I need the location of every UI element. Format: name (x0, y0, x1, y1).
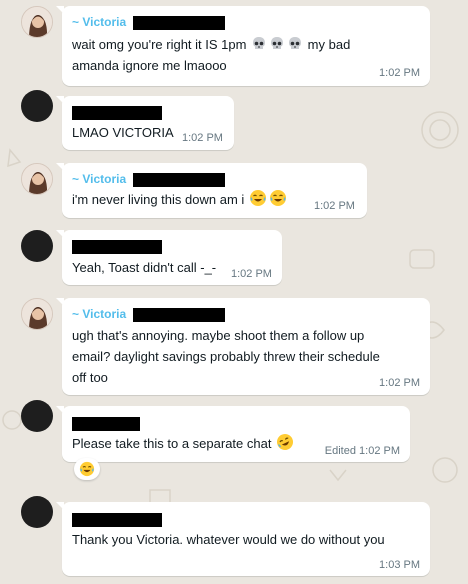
message-text: Yeah, Toast didn't call -_- (72, 260, 217, 275)
message-text-part: wait omg you're right it IS 1pm (72, 37, 251, 52)
message-text: ugh that's annoying. maybe shoot them a … (72, 325, 380, 388)
crying-laughing-emoji (249, 190, 266, 206)
contact-avatar[interactable] (21, 496, 53, 528)
message-timestamp: 1:02 PM (359, 445, 400, 457)
sender-name[interactable]: ~ Victoria (72, 172, 126, 186)
skull-emoji (253, 37, 266, 49)
message-text-part: ugh that's annoying. maybe shoot them a … (72, 328, 365, 343)
message-text: Please take this to a separate chat (72, 433, 295, 454)
contact-avatar[interactable] (21, 163, 53, 195)
message-timestamp: 1:02 PM (379, 377, 420, 389)
sender-label[interactable]: ~ Victoria (72, 172, 126, 186)
chat-wallpaper (2, 13, 459, 571)
skull-emoji (289, 37, 302, 49)
laughing-emoji (79, 461, 95, 477)
redacted-sender (72, 513, 162, 527)
message-bubble[interactable]: ~ Victoria i'm never living this down am… (56, 163, 367, 218)
message-bubble[interactable]: Please take this to a separate chat Edit… (56, 406, 410, 462)
message-text: Thank you Victoria. whatever would we do… (72, 532, 385, 547)
message-text-part: off too (72, 370, 108, 385)
message-bubble[interactable]: LMAO VICTORIA 1:02 PM (56, 96, 234, 150)
message-text-part: my bad (304, 37, 351, 52)
message-timestamp: 1:02 PM (379, 67, 420, 79)
message-text-part: i'm never living this down am i (72, 192, 248, 207)
message-bubble[interactable]: Thank you Victoria. whatever would we do… (56, 502, 430, 576)
message-bubble[interactable]: Yeah, Toast didn't call -_- 1:02 PM (56, 230, 282, 285)
redacted-sender (72, 240, 162, 254)
message-timestamp: 1:02 PM (231, 268, 272, 280)
message-meta: Edited 1:02 PM (325, 445, 400, 457)
message-timestamp: 1:02 PM (314, 200, 355, 212)
redacted-phone (133, 173, 225, 187)
message-bubble[interactable]: ~ Victoria ugh that's annoying. maybe sh… (56, 298, 430, 395)
sender-name[interactable]: ~ Victoria (72, 307, 126, 321)
sender-label[interactable]: ~ Victoria (72, 15, 126, 29)
message-text-part: amanda ignore me lmaooo (72, 58, 227, 73)
message-timestamp: 1:03 PM (379, 559, 420, 571)
redacted-phone (133, 16, 225, 30)
contact-avatar[interactable] (21, 90, 53, 122)
skull-emoji (271, 37, 284, 49)
sender-name[interactable]: ~ Victoria (72, 15, 126, 29)
message-text: LMAO VICTORIA (72, 125, 174, 140)
rofl-emoji (277, 434, 294, 450)
redacted-sender (72, 106, 162, 120)
redacted-sender (72, 417, 140, 431)
contact-avatar[interactable] (21, 400, 53, 432)
message-timestamp: 1:02 PM (182, 132, 223, 144)
message-bubble[interactable]: ~ Victoria wait omg you're right it IS 1… (56, 6, 430, 86)
crying-laughing-emoji (269, 190, 286, 206)
message-text-part: Please take this to a separate chat (72, 436, 276, 451)
sender-label[interactable]: ~ Victoria (72, 307, 126, 321)
message-text: i'm never living this down am i (72, 189, 288, 210)
message-text: wait omg you're right it IS 1pm my bad a… (72, 34, 350, 76)
contact-avatar[interactable] (21, 230, 53, 262)
contact-avatar[interactable] (21, 6, 53, 38)
redacted-phone (133, 308, 225, 322)
message-reaction[interactable] (74, 458, 100, 480)
message-text-part: email? daylight savings probably threw t… (72, 349, 380, 364)
edited-label: Edited (324, 445, 356, 457)
contact-avatar[interactable] (21, 298, 53, 330)
